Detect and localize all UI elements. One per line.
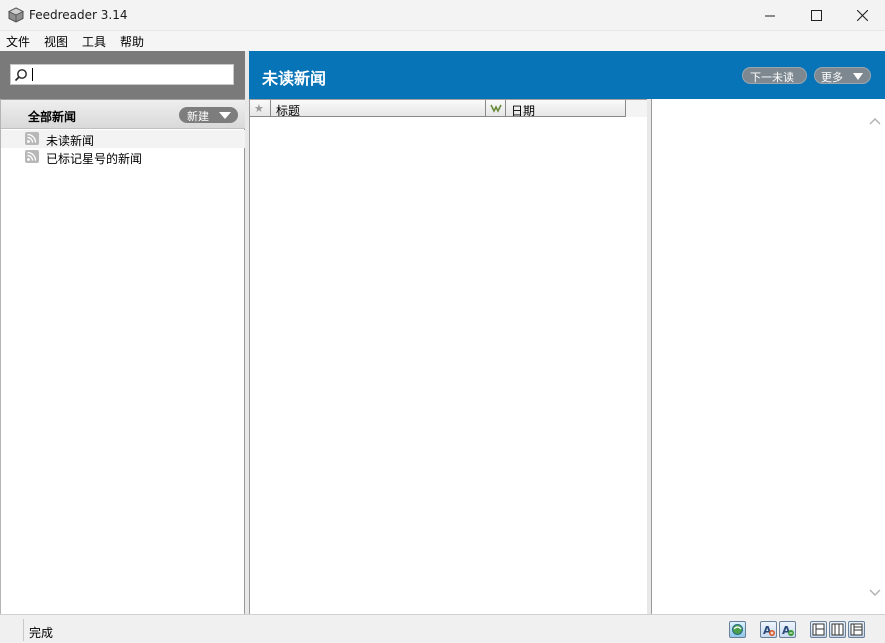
menu-tools[interactable]: 工具	[82, 33, 106, 50]
sidebar-item-label: 未读新闻	[46, 134, 95, 148]
sidebar-item-unread[interactable]: 未读新闻	[1, 130, 245, 148]
preview-pane[interactable]	[651, 99, 885, 614]
all-news-label: 全部新闻	[28, 110, 77, 124]
menu-view[interactable]: 视图	[44, 33, 68, 50]
more-button[interactable]: 更多	[814, 67, 871, 84]
maximize-button[interactable]	[793, 0, 839, 31]
window-title: Feedreader 3.14	[29, 8, 128, 22]
column-date[interactable]: 日期	[506, 100, 626, 118]
menu-help[interactable]: 帮助	[120, 33, 144, 50]
scroll-down-icon[interactable]	[869, 588, 881, 598]
column-star[interactable]: ★	[250, 100, 271, 117]
minimize-icon	[765, 15, 775, 16]
sidebar-item-label: 已标记星号的新闻	[46, 152, 143, 166]
next-unread-button[interactable]: 下一未读	[742, 67, 807, 84]
text-caret	[32, 68, 33, 81]
search-input[interactable]	[10, 64, 234, 85]
chevron-down-icon	[853, 73, 863, 80]
column-headers: ★ 标题 日期	[250, 99, 648, 118]
minimize-button[interactable]	[747, 0, 793, 31]
status-bar: 完成 A A	[0, 614, 885, 643]
layout-1-icon[interactable]	[810, 621, 827, 638]
feed-sidebar: 全部新闻 新建 未读新闻 已标记星号的新闻	[0, 99, 245, 614]
next-unread-label: 下一未读	[750, 71, 794, 84]
app-icon	[8, 7, 24, 23]
font-larger-icon[interactable]: A	[760, 621, 777, 638]
column-date-label: 日期	[511, 104, 536, 118]
status-text: 完成	[29, 626, 54, 640]
chevron-down-icon	[219, 112, 231, 119]
rss-icon	[25, 150, 39, 163]
sync-icon[interactable]	[729, 621, 746, 638]
sidebar-item-starred[interactable]: 已标记星号的新闻	[1, 148, 245, 166]
column-title-label: 标题	[276, 104, 301, 118]
all-news-header[interactable]: 全部新闻 新建	[1, 99, 245, 129]
column-date-sort[interactable]	[486, 100, 506, 117]
close-button[interactable]	[839, 0, 885, 31]
column-title[interactable]: 标题	[271, 100, 486, 118]
new-button-label: 新建	[187, 110, 209, 123]
search-panel	[0, 51, 245, 99]
page-title: 未读新闻	[262, 69, 327, 88]
new-button[interactable]: 新建	[179, 107, 238, 123]
rss-icon	[25, 132, 39, 145]
title-bar: Feedreader 3.14	[0, 0, 885, 31]
font-smaller-icon[interactable]: A	[779, 621, 796, 638]
menu-file[interactable]: 文件	[6, 33, 30, 50]
more-label: 更多	[821, 71, 843, 84]
search-icon	[14, 69, 27, 82]
star-icon: ★	[254, 102, 264, 115]
content-header: 未读新闻 下一未读 更多	[249, 51, 885, 99]
status-divider	[23, 619, 24, 641]
date-sort-icon	[490, 104, 502, 113]
layout-2-icon[interactable]	[829, 621, 846, 638]
close-icon	[856, 10, 868, 21]
menu-bar: 文件 视图 工具 帮助	[0, 31, 885, 51]
article-list[interactable]: ★ 标题 日期	[249, 99, 648, 614]
layout-3-icon[interactable]	[848, 621, 865, 638]
scroll-up-icon[interactable]	[869, 116, 881, 126]
maximize-icon	[810, 10, 822, 21]
